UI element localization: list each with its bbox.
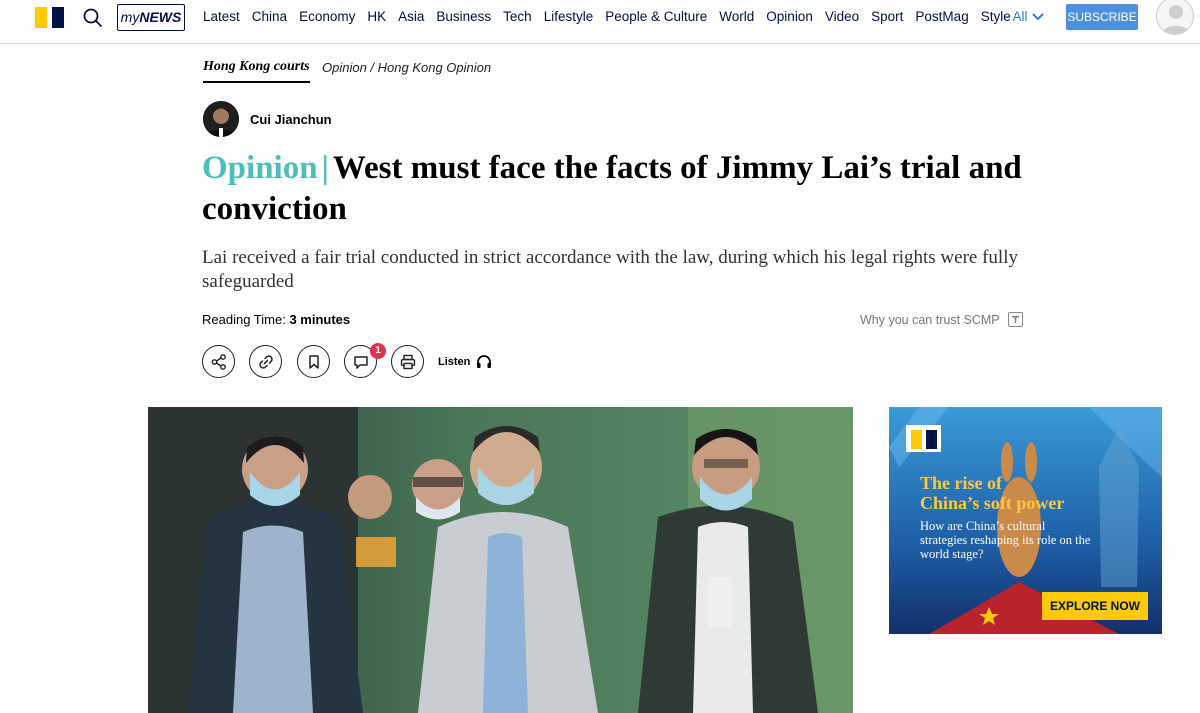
bookmark-icon xyxy=(308,354,319,369)
nav-item-people-culture[interactable]: People & Culture xyxy=(605,8,707,26)
user-profile-icon[interactable] xyxy=(1156,0,1194,35)
nav-item-video[interactable]: Video xyxy=(825,8,859,26)
reading-time: Reading Time: 3 minutes xyxy=(202,312,350,327)
breadcrumb-section[interactable]: Opinion / Hong Kong Opinion xyxy=(322,60,491,75)
comment-icon xyxy=(353,355,368,369)
opinion-label: Opinion xyxy=(202,150,318,186)
copy-link-button[interactable] xyxy=(249,345,282,378)
bookmark-button[interactable] xyxy=(297,345,330,378)
explore-now-button[interactable]: EXPLORE NOW xyxy=(1042,592,1148,620)
share-button[interactable] xyxy=(202,345,235,378)
link-icon xyxy=(258,354,273,369)
ad-title: The rise of China’s soft power xyxy=(920,473,1080,513)
subscribe-button[interactable]: SUBSCRIBE xyxy=(1066,4,1138,30)
author-avatar[interactable] xyxy=(203,101,239,137)
nav-item-china[interactable]: China xyxy=(252,8,287,26)
comment-count-badge: 1 xyxy=(370,343,386,359)
ad-title-line-1: The rise of xyxy=(920,473,1002,493)
nav-item-tech[interactable]: Tech xyxy=(503,8,532,26)
listen-button[interactable]: Listen xyxy=(438,354,492,369)
nav-item-business[interactable]: Business xyxy=(436,8,491,26)
article-standfirst: Lai received a fair trial conducted in s… xyxy=(202,247,1018,292)
search-icon[interactable] xyxy=(82,7,104,29)
logo-navy-block xyxy=(52,7,64,28)
nav-item-asia[interactable]: Asia xyxy=(398,8,424,26)
section-nav: Latest China Economy HK Asia Business Te… xyxy=(203,8,1023,26)
ad-logo-yellow-block xyxy=(911,430,922,449)
nav-item-opinion[interactable]: Opinion xyxy=(766,8,813,26)
nav-item-postmag[interactable]: PostMag xyxy=(915,8,968,26)
trust-info-icon xyxy=(1007,312,1023,327)
ad-logo-navy-block xyxy=(926,430,937,449)
soft-power-ad[interactable]: The rise of China’s soft power How are C… xyxy=(889,407,1162,634)
author-name[interactable]: Cui Jianchun xyxy=(250,112,332,127)
logo-yellow-block xyxy=(35,7,47,28)
headline-separator: | xyxy=(321,150,329,186)
reading-time-value: 3 minutes xyxy=(289,312,351,327)
ad-scmp-logo xyxy=(906,425,941,452)
nav-item-hk[interactable]: HK xyxy=(367,8,386,26)
mynews-button[interactable]: myNEWS xyxy=(117,4,185,31)
ad-description: How are China’s cultural strategies resh… xyxy=(920,519,1091,561)
all-sections-toggle[interactable]: - All xyxy=(1005,8,1045,26)
nav-item-economy[interactable]: Economy xyxy=(299,8,355,26)
breadcrumb-topic-link[interactable]: Hong Kong courts xyxy=(203,59,310,83)
mynews-my-text: my xyxy=(120,9,140,25)
print-button[interactable] xyxy=(391,345,424,378)
chevron-down-icon xyxy=(1031,13,1044,21)
listen-label: Listen xyxy=(438,355,471,368)
reading-time-label: Reading Time: xyxy=(202,312,286,327)
mynews-news-text: NEWS xyxy=(139,9,182,25)
ad-title-line-2: China’s soft power xyxy=(920,493,1065,513)
article-hero-image[interactable] xyxy=(148,407,853,713)
print-icon xyxy=(400,354,415,369)
nav-item-sport[interactable]: Sport xyxy=(871,8,903,26)
all-sections-label: - All xyxy=(1005,9,1028,24)
nav-item-lifestyle[interactable]: Lifestyle xyxy=(544,8,594,26)
trust-scmp-link[interactable]: Why you can trust SCMP xyxy=(860,312,1023,327)
nav-item-latest[interactable]: Latest xyxy=(203,8,240,26)
headphones-icon xyxy=(477,355,492,368)
nav-item-world[interactable]: World xyxy=(719,8,754,26)
trust-scmp-text: Why you can trust SCMP xyxy=(860,312,1000,327)
top-navigation: myNEWS Latest China Economy HK Asia Busi… xyxy=(0,0,1200,44)
article-headline: Opinion | West must face the facts of Jimm… xyxy=(202,148,1022,230)
share-icon xyxy=(211,353,226,370)
scmp-logo[interactable] xyxy=(35,7,65,28)
